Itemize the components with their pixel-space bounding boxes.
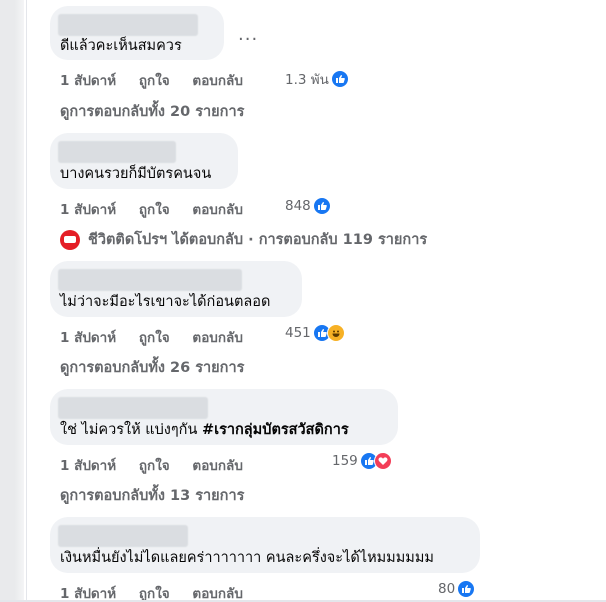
- reaction-count: 159: [332, 453, 358, 469]
- like-icon: [330, 70, 349, 88]
- reaction-count: 451: [285, 325, 311, 341]
- comment-text: ดีแล้วคะเห็นสมควร: [60, 38, 182, 54]
- comment-bubble: ไม่ว่าจะมีอะไรเขาจะได้ก่อนตลอด: [50, 261, 302, 317]
- comment-bubble: เงินหมื่นยังไม่ไดแลยคร่าาาาาาา คนละครึ่ง…: [50, 517, 480, 573]
- comment-actions: 1 สัปดาห์ ถูกใจ ตอบกลับ: [60, 326, 261, 348]
- comment-text-plain: ใช่ ไม่ควรให้ แบ่งๆกัน: [60, 422, 202, 438]
- like-button[interactable]: ถูกใจ: [139, 202, 170, 218]
- page-avatar: [60, 229, 80, 250]
- comment-actions: 1 สัปดาห์ ถูกใจ ตอบกลับ: [60, 69, 261, 91]
- comment-time[interactable]: 1 สัปดาห์: [60, 330, 116, 346]
- commenter-name-blurred[interactable]: [58, 525, 188, 547]
- comment-time[interactable]: 1 สัปดาห์: [60, 202, 116, 218]
- comment-bubble: บางคนรวยก็มีบัตรคนจน: [50, 133, 238, 189]
- reaction-count: 1.3 พัน: [285, 72, 329, 88]
- comment-actions: 1 สัปดาห์ ถูกใจ ตอบกลับ: [60, 454, 261, 476]
- comment-time[interactable]: 1 สัปดาห์: [60, 458, 116, 474]
- reaction-summary[interactable]: 80: [438, 580, 476, 598]
- reaction-summary[interactable]: 848: [285, 197, 331, 215]
- comment-actions: 1 สัปดาห์ ถูกใจ ตอบกลับ: [60, 198, 261, 220]
- reaction-summary[interactable]: 1.3 พัน: [285, 68, 349, 90]
- like-button[interactable]: ถูกใจ: [139, 73, 170, 89]
- reply-button[interactable]: ตอบกลับ: [192, 330, 242, 346]
- hashtag-link[interactable]: #เรากลุ่มบัตรสวัสดิการ: [202, 422, 349, 438]
- reaction-count: 80: [438, 581, 456, 597]
- like-button[interactable]: ถูกใจ: [139, 330, 170, 346]
- reply-button[interactable]: ตอบกลับ: [192, 73, 242, 89]
- love-icon: [373, 452, 392, 470]
- comment-bubble: ดีแล้วคะเห็นสมควร: [50, 6, 224, 60]
- page-reply-link[interactable]: ชีวิตติดโปรฯ ได้ตอบกลับ · การตอบกลับ 119…: [60, 228, 427, 251]
- view-replies-link[interactable]: ดูการตอบกลับทั้ง 13 รายการ: [60, 484, 244, 507]
- haha-icon: [326, 324, 345, 342]
- thread-line: [26, 0, 27, 602]
- reaction-summary[interactable]: 451: [285, 324, 345, 342]
- reaction-count: 848: [285, 198, 311, 214]
- reply-button[interactable]: ตอบกลับ: [192, 202, 242, 218]
- commenter-name-blurred[interactable]: [58, 397, 208, 419]
- view-replies-link[interactable]: ดูการตอบกลับทั้ง 26 รายการ: [60, 356, 244, 379]
- comment-time[interactable]: 1 สัปดาห์: [60, 73, 116, 89]
- reply-button[interactable]: ตอบกลับ: [192, 458, 242, 474]
- more-options-icon[interactable]: ...: [238, 24, 258, 45]
- commenter-name-blurred[interactable]: [58, 14, 198, 36]
- comment-text: ไม่ว่าจะมีอะไรเขาจะได้ก่อนตลอด: [60, 294, 271, 310]
- commenter-name-blurred[interactable]: [58, 141, 176, 163]
- reaction-summary[interactable]: 159: [332, 452, 392, 470]
- page-reply-text: ชีวิตติดโปรฯ ได้ตอบกลับ · การตอบกลับ 119…: [88, 232, 428, 248]
- like-icon: [457, 580, 476, 598]
- comment-text: ใช่ ไม่ควรให้ แบ่งๆกัน #เรากลุ่มบัตรสวัส…: [60, 420, 349, 440]
- commenter-name-blurred[interactable]: [58, 269, 242, 291]
- comment-text: บางคนรวยก็มีบัตรคนจน: [60, 166, 212, 182]
- comment-actions: 1 สัปดาห์ ถูกใจ ตอบกลับ: [60, 582, 261, 602]
- left-rail: [0, 0, 24, 602]
- comment-text: เงินหมื่นยังไม่ไดแลยคร่าาาาาาา คนละครึ่ง…: [60, 550, 434, 566]
- like-button[interactable]: ถูกใจ: [139, 458, 170, 474]
- like-icon: [312, 197, 331, 215]
- comment-bubble: ใช่ ไม่ควรให้ แบ่งๆกัน #เรากลุ่มบัตรสวัส…: [50, 389, 398, 445]
- view-replies-link[interactable]: ดูการตอบกลับทั้ง 20 รายการ: [60, 100, 244, 123]
